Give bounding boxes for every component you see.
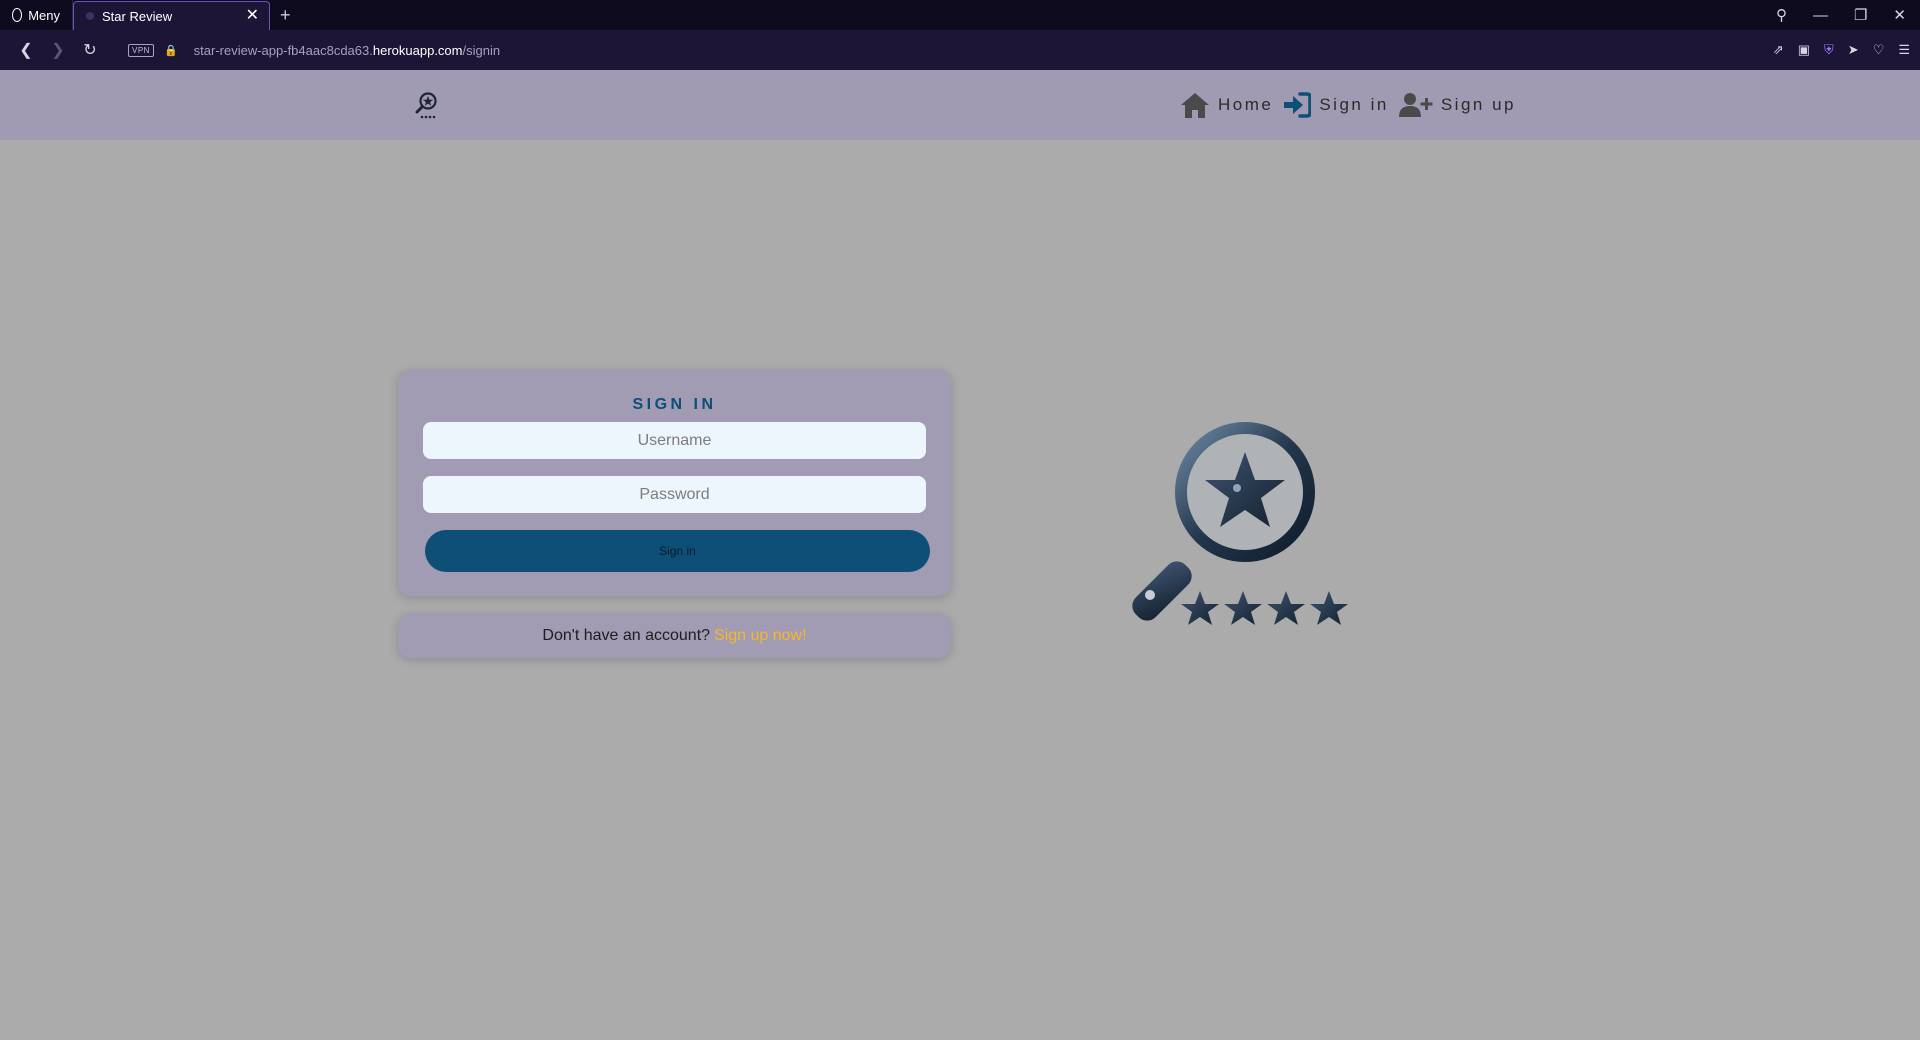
nav-home-link[interactable]: Home	[1180, 92, 1273, 119]
url-host: herokuapp.com	[372, 42, 463, 58]
snapshot-icon[interactable]: ▣	[1798, 42, 1810, 58]
new-tab-button[interactable]: +	[270, 0, 301, 30]
nav-home-label: Home	[1217, 95, 1274, 114]
password-input[interactable]	[423, 476, 926, 513]
browser-menu-label: Meny	[28, 7, 60, 23]
signin-title: SIGN IN	[632, 396, 717, 413]
minimize-icon[interactable]: —	[1813, 7, 1828, 24]
add-user-icon	[1398, 93, 1433, 117]
nav-signup-label: Sign up	[1440, 95, 1516, 114]
opera-logo-icon	[12, 8, 23, 22]
url-path: /signin	[462, 42, 501, 58]
nav-signin-link[interactable]: Sign in	[1283, 92, 1388, 118]
star-review-hero-icon	[1130, 420, 1360, 640]
address-bar-actions: ⇗ ▣ ⛨ ➤ ♡ ☰	[1773, 30, 1910, 70]
url-field[interactable]: star-review-app-fb4aac8cda63. herokuapp.c…	[194, 43, 500, 58]
reload-icon[interactable]: ↻	[74, 40, 106, 60]
brand-logo-icon[interactable]	[412, 90, 442, 120]
vpn-badge[interactable]: VPN	[128, 43, 154, 57]
search-tabs-icon[interactable]: ⚲	[1776, 6, 1787, 24]
back-icon[interactable]: ❮	[10, 40, 42, 60]
restore-icon[interactable]: ❐	[1854, 6, 1867, 24]
signup-prompt-text: Don't have an account?	[542, 627, 711, 644]
url-prefix: star-review-app-fb4aac8cda63.	[193, 42, 373, 58]
share-icon[interactable]: ⇗	[1773, 42, 1784, 58]
tab-favicon-icon	[86, 12, 94, 20]
signup-now-link[interactable]: Sign up now!	[714, 627, 807, 645]
signin-card: SIGN IN Sign in	[398, 370, 951, 596]
window-controls: ⚲ — ❐ ✕	[1776, 0, 1920, 30]
tab-star-review[interactable]: Star Review ✕	[73, 1, 270, 30]
nav-signin-label: Sign in	[1319, 95, 1389, 114]
home-icon	[1180, 92, 1209, 118]
nav-links: Home Sign in Sign up	[1180, 70, 1516, 140]
tab-title: Star Review	[102, 8, 173, 24]
shield-icon[interactable]: ⛨	[1824, 42, 1834, 58]
forward-icon[interactable]: ❯	[42, 40, 74, 60]
nav-signup-link[interactable]: Sign up	[1398, 92, 1516, 118]
browser-address-bar: ❮ ❯ ↻ VPN 🔒 star-review-app-fb4aac8cda63…	[0, 30, 1920, 70]
send-icon[interactable]: ➤	[1848, 42, 1859, 58]
lock-icon[interactable]: 🔒	[164, 44, 178, 57]
signin-button[interactable]: Sign in	[425, 530, 930, 572]
heart-icon[interactable]: ♡	[1873, 42, 1885, 58]
app-navbar: Home Sign in Sign up	[0, 70, 1920, 140]
close-window-icon[interactable]: ✕	[1893, 6, 1906, 24]
browser-tab-bar: Meny Star Review ✕ + ⚲ — ❐ ✕	[0, 0, 1920, 30]
close-tab-icon[interactable]: ✕	[246, 8, 259, 24]
browser-menu-button[interactable]: Meny	[0, 0, 73, 30]
easy-setup-icon[interactable]: ☰	[1898, 42, 1910, 58]
username-input[interactable]	[423, 422, 926, 459]
sign-in-icon	[1284, 92, 1312, 118]
signup-prompt-card: Don't have an account? Sign up now!	[398, 614, 951, 658]
